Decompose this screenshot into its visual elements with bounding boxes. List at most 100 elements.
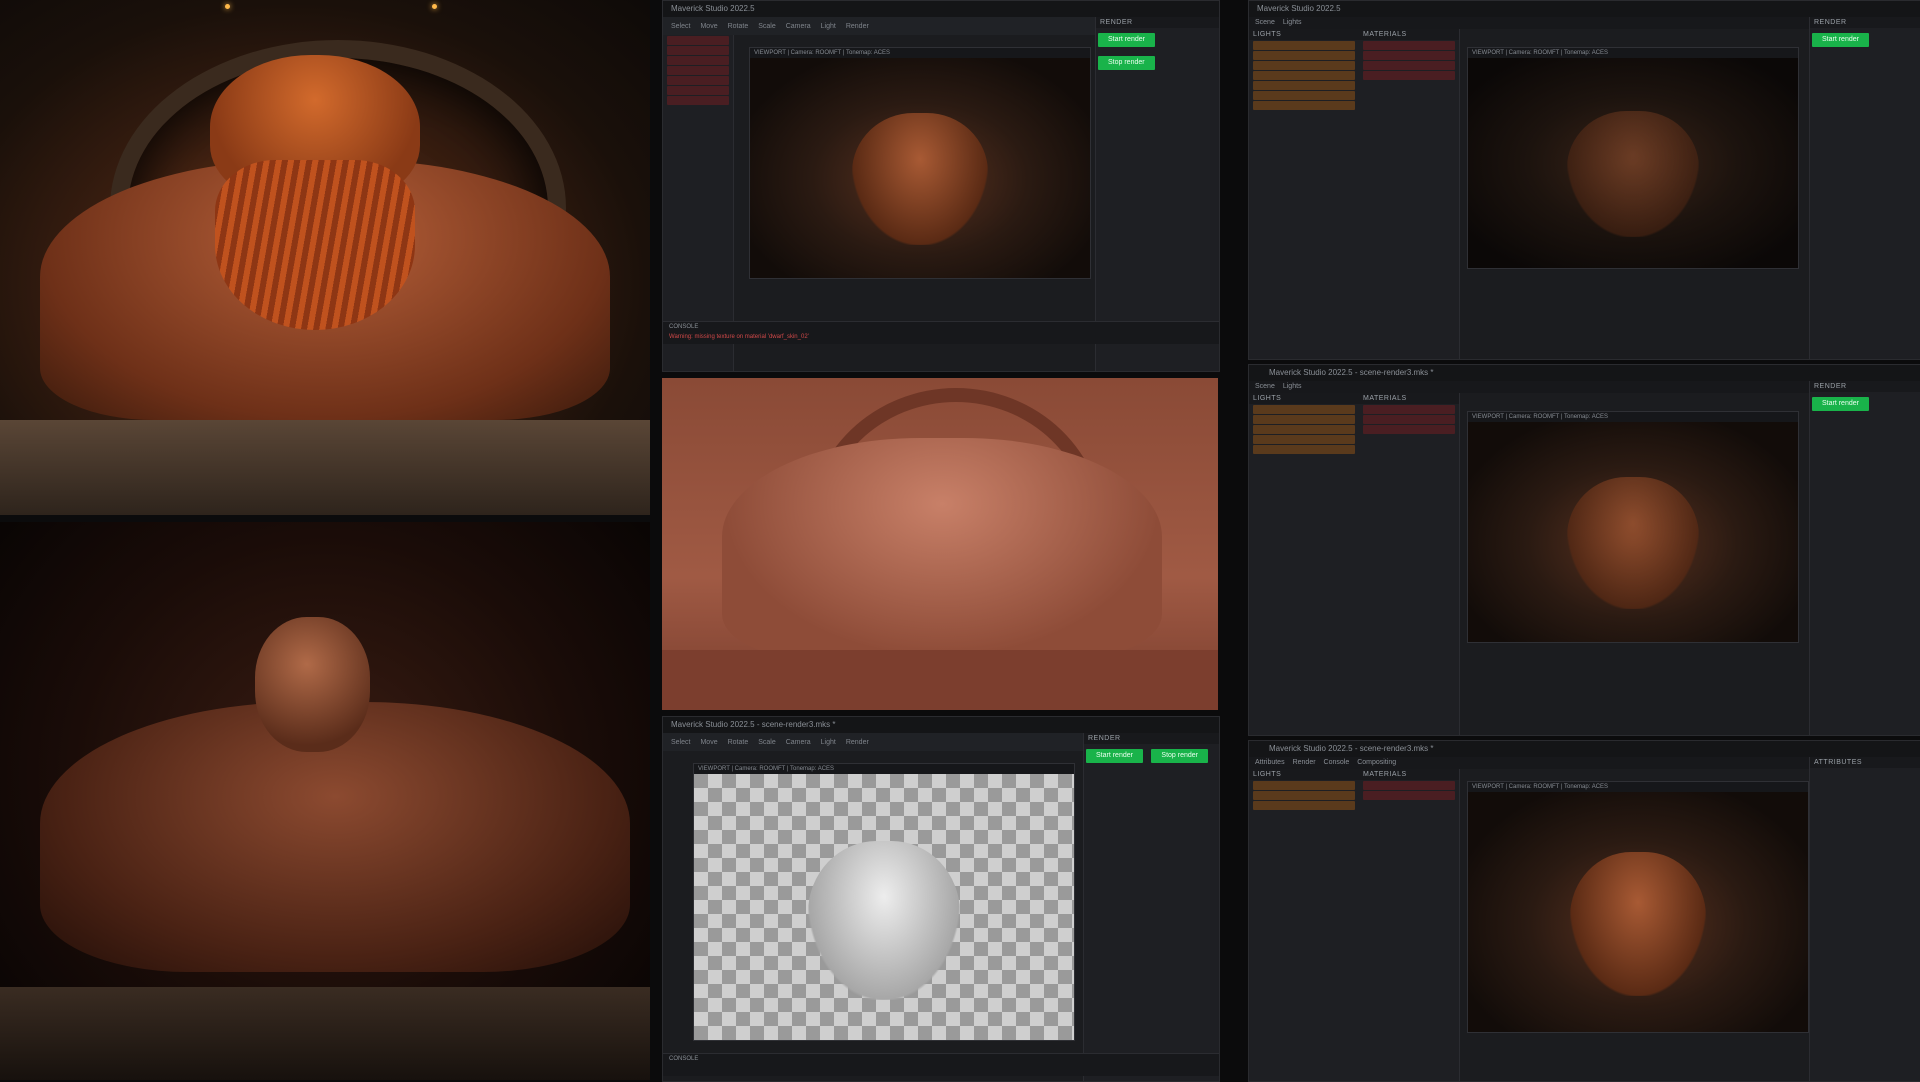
viewport-header: VIEWPORT | Camera: ROOMFT | Tonemap: ACE… xyxy=(694,764,1074,774)
list-item[interactable] xyxy=(1363,51,1455,60)
list-item[interactable] xyxy=(1253,61,1355,70)
list-item[interactable] xyxy=(1363,405,1455,414)
viewport[interactable]: VIEWPORT | Camera: ROOMFT | Tonemap: ACE… xyxy=(693,763,1075,1041)
list-item[interactable] xyxy=(1363,71,1455,80)
window-title: Maverick Studio 2022.5 - scene-render3.m… xyxy=(663,717,1219,733)
toolbar-camera[interactable]: Camera xyxy=(786,23,811,30)
tab-attributes[interactable]: Attributes xyxy=(1255,757,1285,769)
toolbar-rotate[interactable]: Rotate xyxy=(728,23,749,30)
render-panel-title: RENDER xyxy=(1096,17,1219,28)
list-item[interactable] xyxy=(667,86,729,95)
wooden-table xyxy=(0,987,650,1080)
console-message: Warning: missing texture on material 'dw… xyxy=(669,334,809,340)
render-panel: RENDER Start render Stop render xyxy=(1095,17,1219,371)
dwarf-beard xyxy=(215,160,415,330)
materials-panel: MATERIALS xyxy=(1359,393,1460,735)
stop-render-button[interactable]: Stop render xyxy=(1098,56,1155,70)
toolbar-render[interactable]: Render xyxy=(846,739,869,746)
viewport[interactable]: VIEWPORT | Camera: ROOMFT | Tonemap: ACE… xyxy=(1467,781,1809,1033)
list-item[interactable] xyxy=(1253,781,1355,790)
list-item[interactable] xyxy=(667,76,729,85)
brute-render-image xyxy=(0,522,650,1080)
tab-console[interactable]: Console xyxy=(1324,757,1350,769)
dwarf-figure xyxy=(852,113,988,245)
start-render-button[interactable]: Start render xyxy=(1098,33,1155,47)
list-item[interactable] xyxy=(667,96,729,105)
lights-panel: LIGHTS xyxy=(1249,769,1360,1081)
light-bulb xyxy=(432,4,437,9)
list-item[interactable] xyxy=(1363,61,1455,70)
list-item[interactable] xyxy=(1253,405,1355,414)
materials-panel-title: MATERIALS xyxy=(1359,29,1459,40)
viewport[interactable]: VIEWPORT | Camera: ROOMFT | Tonemap: ACE… xyxy=(749,47,1091,279)
list-item[interactable] xyxy=(1253,71,1355,80)
start-render-button[interactable]: Start render xyxy=(1086,749,1143,763)
list-item[interactable] xyxy=(1363,781,1455,790)
toolbar-light[interactable]: Light xyxy=(821,23,836,30)
viewport[interactable]: VIEWPORT | Camera: ROOMFT | Tonemap: ACE… xyxy=(1467,411,1799,643)
tab-lights[interactable]: Lights xyxy=(1283,17,1302,29)
toolbar-select[interactable]: Select xyxy=(671,23,690,30)
list-item[interactable] xyxy=(667,36,729,45)
tab-compositing[interactable]: Compositing xyxy=(1357,757,1396,769)
list-item[interactable] xyxy=(1253,445,1355,454)
dwarf-figure xyxy=(1570,852,1706,996)
toolbar-light[interactable]: Light xyxy=(821,739,836,746)
console-panel: CONSOLE xyxy=(663,1053,1219,1076)
toolbar-move[interactable]: Move xyxy=(700,23,717,30)
tab-lights[interactable]: Lights xyxy=(1283,381,1302,393)
toolbar-scale[interactable]: Scale xyxy=(758,23,776,30)
toolbar-select[interactable]: Select xyxy=(671,739,690,746)
attributes-panel: ATTRIBUTES xyxy=(1809,757,1920,1081)
viewport-scene xyxy=(1468,792,1808,1032)
start-render-button[interactable]: Start render xyxy=(1812,397,1869,411)
list-item[interactable] xyxy=(1253,791,1355,800)
list-item[interactable] xyxy=(1363,791,1455,800)
tab-scene[interactable]: Scene xyxy=(1255,381,1275,393)
viewport[interactable]: VIEWPORT | Camera: ROOMFT | Tonemap: ACE… xyxy=(1467,47,1799,269)
window-title: Maverick Studio 2022.5 xyxy=(663,1,1219,17)
light-bulb xyxy=(225,4,230,9)
list-item[interactable] xyxy=(1253,51,1355,60)
list-item[interactable] xyxy=(667,56,729,65)
toolbar-render[interactable]: Render xyxy=(846,23,869,30)
list-item[interactable] xyxy=(1253,81,1355,90)
render-panel: RENDER Start render Stop render xyxy=(1083,733,1219,1081)
viewport-header: VIEWPORT | Camera: ROOMFT | Tonemap: ACE… xyxy=(1468,782,1808,792)
materials-panel-title: MATERIALS xyxy=(1359,769,1459,780)
lights-panel-title: LIGHTS xyxy=(1249,29,1359,40)
list-item[interactable] xyxy=(1253,41,1355,50)
tab-render[interactable]: Render xyxy=(1293,757,1316,769)
list-item[interactable] xyxy=(1363,415,1455,424)
list-item[interactable] xyxy=(667,46,729,55)
list-item[interactable] xyxy=(1253,435,1355,444)
list-item[interactable] xyxy=(1253,91,1355,100)
toolbar-rotate[interactable]: Rotate xyxy=(728,739,749,746)
lights-panel-title: LIGHTS xyxy=(1249,393,1359,404)
clay-table xyxy=(662,650,1218,710)
wooden-table xyxy=(0,420,650,515)
list-item[interactable] xyxy=(1253,101,1355,110)
list-item[interactable] xyxy=(1363,41,1455,50)
brute-head xyxy=(255,617,370,752)
lights-panel: LIGHTS xyxy=(1249,29,1360,359)
start-render-button[interactable]: Start render xyxy=(1812,33,1869,47)
console-panel: CONSOLE Warning: missing texture on mate… xyxy=(663,321,1219,344)
toolbar-camera[interactable]: Camera xyxy=(786,739,811,746)
list-item[interactable] xyxy=(1363,425,1455,434)
list-item[interactable] xyxy=(1253,801,1355,810)
list-item[interactable] xyxy=(1253,425,1355,434)
editor-window-right-top: Maverick Studio 2022.5 Scene Lights LIGH… xyxy=(1248,0,1920,360)
editor-window-top-middle: Maverick Studio 2022.5 Select Move Rotat… xyxy=(662,0,1220,372)
editor-window-bottom-middle: Maverick Studio 2022.5 - scene-render3.m… xyxy=(662,716,1220,1082)
toolbar-move[interactable]: Move xyxy=(700,739,717,746)
render-panel: RENDER Start render xyxy=(1809,17,1920,359)
dwarf-figure-gray xyxy=(808,840,960,1001)
dwarf-figure xyxy=(1567,110,1699,237)
list-item[interactable] xyxy=(667,66,729,75)
stop-render-button[interactable]: Stop render xyxy=(1151,749,1209,763)
materials-panel-title: MATERIALS xyxy=(1359,393,1459,404)
list-item[interactable] xyxy=(1253,415,1355,424)
toolbar-scale[interactable]: Scale xyxy=(758,739,776,746)
tab-scene[interactable]: Scene xyxy=(1255,17,1275,29)
